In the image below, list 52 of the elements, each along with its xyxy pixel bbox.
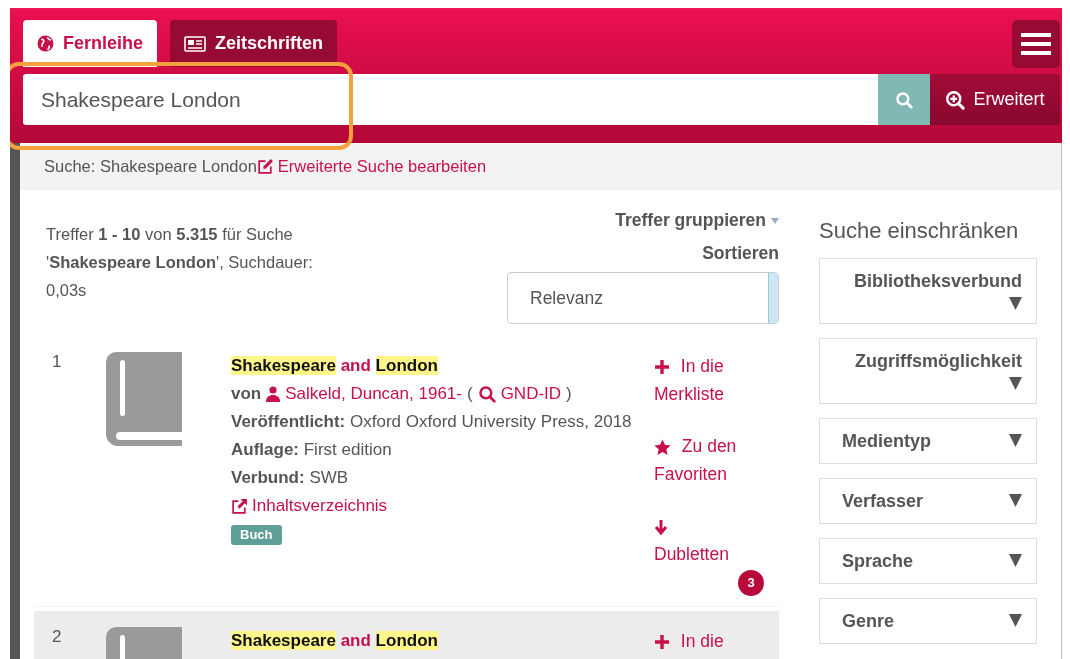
tab[interactable]: Zeitschriften bbox=[170, 20, 338, 67]
result-number: 2 bbox=[51, 627, 63, 648]
search-query-text: Suche: Shakespeare London bbox=[44, 157, 257, 176]
advanced-search-button[interactable]: Erweitert bbox=[930, 74, 1060, 125]
record-field: Auflage: First edition bbox=[231, 436, 654, 464]
parenthesis: ( bbox=[466, 383, 473, 405]
facet-toggle[interactable]: Medientyp bbox=[819, 418, 1037, 464]
menu-button[interactable] bbox=[1012, 20, 1060, 68]
record-field: Veröffentlicht: Oxford Oxford University Press, 2018 bbox=[231, 408, 654, 436]
table-of-contents-link[interactable]: Inhaltsverzeichnis bbox=[231, 492, 388, 520]
newspaper-icon bbox=[184, 35, 207, 52]
plus-icon bbox=[654, 359, 670, 376]
edit-search-link[interactable]: Erweiterte Suche bearbeiten bbox=[256, 157, 487, 176]
tab[interactable]: Fernleihe bbox=[23, 20, 158, 67]
search-icon bbox=[477, 385, 496, 403]
result-title[interactable]: Shakespeare and London bbox=[231, 352, 654, 380]
gnd-id-link[interactable]: GND-ID bbox=[477, 380, 562, 408]
facet-toggle[interactable]: Verfasser bbox=[819, 478, 1037, 524]
format-badge: Buch bbox=[231, 525, 282, 545]
facet-toggle[interactable]: Genre bbox=[819, 598, 1037, 644]
action-link[interactable]: In die bbox=[654, 627, 779, 655]
action-link[interactable]: Dubletten bbox=[654, 512, 779, 568]
search-field[interactable]: Shakespeare London bbox=[23, 74, 878, 125]
external-link-icon bbox=[231, 497, 248, 515]
dropdown-icon bbox=[771, 216, 779, 225]
book-icon bbox=[106, 352, 182, 446]
result-number: 1 bbox=[51, 352, 63, 373]
author-link[interactable]: Salkeld, Duncan, 1961- bbox=[266, 380, 462, 408]
edit-icon bbox=[256, 158, 274, 175]
person-icon bbox=[266, 386, 281, 402]
group-results-toggle[interactable]: Treffer gruppieren bbox=[615, 210, 779, 231]
sort-select[interactable]: Relevanz bbox=[507, 272, 779, 324]
result-summary: Treffer 1 - 10 von 5.315 für Suche 'Shakespeare London', Suchdauer: 0,03s bbox=[46, 224, 314, 301]
search-icon bbox=[895, 90, 913, 109]
result-title[interactable]: Shakespeare and London bbox=[231, 627, 654, 655]
plus-icon bbox=[654, 634, 670, 651]
sort-label: Sortieren bbox=[702, 243, 779, 264]
star-icon bbox=[654, 438, 671, 456]
facet-toggle[interactable]: Bibliotheksverbund bbox=[819, 258, 1037, 324]
globe-icon bbox=[37, 35, 54, 52]
arrow-down-icon bbox=[654, 519, 668, 536]
menu-icon bbox=[1021, 32, 1051, 56]
facets-heading: Suche einschränken bbox=[819, 218, 1020, 244]
facet-toggle[interactable]: Zugriffsmöglichkeit bbox=[819, 338, 1037, 404]
facet-toggle[interactable]: Sprache bbox=[819, 538, 1037, 584]
action-link[interactable]: In die Merkliste bbox=[654, 352, 779, 408]
action-link[interactable]: Zu den Favoriten bbox=[654, 432, 779, 488]
parenthesis: ) bbox=[566, 383, 572, 405]
zoom-in-icon bbox=[945, 89, 966, 110]
record-field: Verbund: SWB bbox=[231, 464, 654, 492]
count-badge: 3 bbox=[738, 570, 764, 596]
by-label: von bbox=[231, 383, 262, 405]
